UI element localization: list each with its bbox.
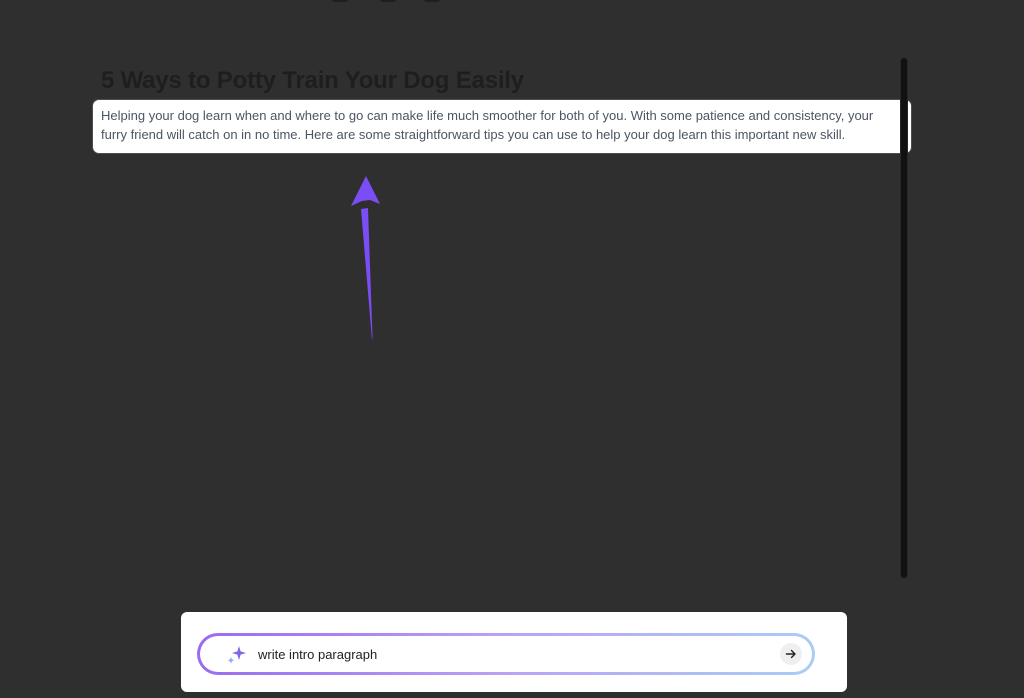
- arrow-up-icon: [351, 176, 380, 340]
- prompt-bar-inner: [200, 636, 812, 672]
- sparkle-icon: [227, 646, 246, 664]
- prompt-panel: [181, 612, 847, 692]
- editor-screen: 5 Ways to Potty Train Your Dog Easily He…: [0, 0, 1024, 698]
- prompt-bar[interactable]: [197, 633, 815, 675]
- prompt-input[interactable]: [258, 636, 758, 672]
- arrow-right-icon: [785, 649, 796, 659]
- intro-paragraph[interactable]: Helping your dog learn when and where to…: [101, 106, 901, 144]
- scrollbar-track[interactable]: [900, 58, 908, 578]
- send-button[interactable]: [780, 643, 802, 665]
- scrollbar-thumb[interactable]: [901, 58, 907, 578]
- document-title[interactable]: 5 Ways to Potty Train Your Dog Easily: [101, 66, 524, 96]
- generated-intro-block[interactable]: Helping your dog learn when and where to…: [93, 100, 911, 153]
- toolbar-fragment: [330, 0, 450, 4]
